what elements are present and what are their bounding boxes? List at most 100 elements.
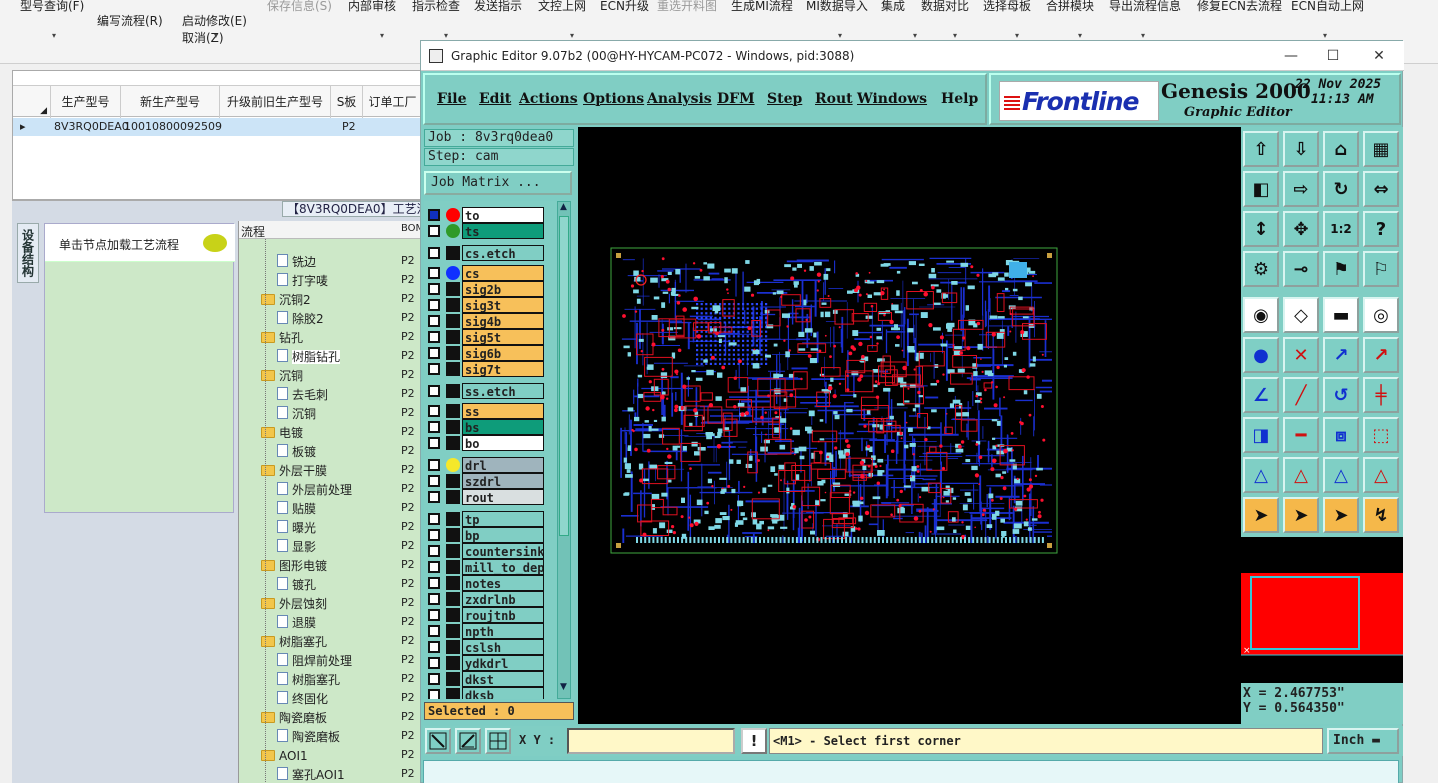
tool-button[interactable]: ◨ [1243,417,1279,453]
tree-node[interactable]: 显影 [277,538,316,557]
layer-row[interactable]: ss [426,403,546,419]
tree-node[interactable]: 终固化 [277,690,328,709]
tree-node[interactable]: 图形电镀 [261,557,327,576]
tool-button[interactable]: ⚐ [1363,251,1399,287]
layer-name[interactable]: sig4b [462,313,544,329]
tool-button[interactable]: ? [1363,211,1399,247]
tree-node[interactable]: 打字唛 [277,272,328,291]
layer-checkbox[interactable] [428,491,440,503]
layer-row[interactable]: ss.etch [426,383,546,399]
layer-row[interactable]: sig2b [426,281,546,297]
tree-node[interactable]: 外层前处理 [277,481,352,500]
tree-node[interactable]: 阻焊前处理 [277,652,352,671]
layer-name[interactable]: cslsh [462,639,544,655]
layer-row[interactable]: notes [426,575,546,591]
tree-node[interactable]: 沉铜2 [261,291,311,310]
layer-row[interactable]: cs.etch [426,245,546,261]
layer-checkbox[interactable] [428,209,440,221]
layer-row[interactable]: sig5t [426,329,546,345]
tree-node[interactable]: 塞孔AOI1 [277,766,345,783]
layer-checkbox[interactable] [428,641,440,653]
tool-button[interactable]: ◎ [1363,297,1399,333]
tool-button[interactable]: ↗ [1363,337,1399,373]
table-cell[interactable]: 10010800092509 [121,118,222,136]
table-row[interactable]: ▸ 8V3RQ0DEA0 10010800092509 P2 [13,118,423,136]
zoom-area-button[interactable] [425,728,451,754]
scroll-down-icon[interactable]: ▼ [560,682,567,692]
layer-checkbox[interactable] [428,673,440,685]
tree-node[interactable]: 贴膜 [277,500,316,519]
menu-help[interactable]: Help [941,91,978,107]
layer-name[interactable]: sig7t [462,361,544,377]
layer-row[interactable]: cslsh [426,639,546,655]
layer-checkbox[interactable] [428,267,440,279]
layer-checkbox[interactable] [428,283,440,295]
layer-row[interactable]: ts [426,223,546,239]
layer-checkbox[interactable] [428,657,440,669]
layer-name[interactable]: dkst [462,671,544,687]
unit-selector[interactable]: Inch ▬ [1327,728,1399,754]
column-header[interactable]: 生产型号 [51,86,121,118]
tree-node[interactable]: 沉铜 [261,367,303,386]
layer-row[interactable]: zxdrlnb [426,591,546,607]
layer-name[interactable]: ts [462,223,544,239]
layer-row[interactable]: sig6b [426,345,546,361]
layer-row[interactable]: npth [426,623,546,639]
job-matrix-button[interactable]: Job Matrix ... [424,171,572,195]
minimize-button[interactable]: — [1271,45,1311,67]
column-header[interactable]: S板 [331,86,363,118]
menu-file[interactable]: File [437,91,466,107]
tree-node[interactable]: AOI1 [261,747,308,766]
tree-node[interactable]: 曝光 [277,519,316,538]
layer-checkbox[interactable] [428,225,440,237]
layer-scrollbar[interactable]: ▲ ▼ [557,201,571,699]
tool-button[interactable]: ◉ [1243,297,1279,333]
tree-node[interactable]: 板镀 [277,443,316,462]
job-name[interactable]: Job : 8v3rq0dea0 [424,129,574,147]
tool-button[interactable]: ⊸ [1283,251,1319,287]
close-button[interactable]: ✕ [1359,45,1399,67]
tool-button[interactable]: ╪ [1363,377,1399,413]
tool-button[interactable]: ↕ [1243,211,1279,247]
tool-button[interactable]: ✥ [1283,211,1319,247]
layer-checkbox[interactable] [428,459,440,471]
column-header[interactable]: 新生产型号 [121,86,220,118]
layer-name[interactable]: bo [462,435,544,451]
layer-checkbox[interactable] [428,577,440,589]
layer-checkbox[interactable] [428,513,440,525]
tool-button[interactable]: ◧ [1243,171,1279,207]
menu-step[interactable]: Step [767,91,802,107]
tree-node[interactable]: 退膜 [277,614,316,633]
scroll-thumb[interactable] [559,216,569,536]
tool-button[interactable]: △ [1323,457,1359,493]
tool-button[interactable]: ⧈ [1323,417,1359,453]
layer-checkbox[interactable] [428,385,440,397]
tree-node[interactable]: 树脂钻孔 [277,348,341,367]
tool-button[interactable]: ▦ [1363,131,1399,167]
layer-name[interactable]: ss.etch [462,383,544,399]
layer-checkbox[interactable] [428,545,440,557]
layer-checkbox[interactable] [428,529,440,541]
layer-name[interactable]: sig2b [462,281,544,297]
layer-checkbox[interactable] [428,247,440,259]
tool-button[interactable]: ╱ [1283,377,1319,413]
layer-row[interactable]: countersink_ [426,543,546,559]
layer-row[interactable]: bs [426,419,546,435]
scroll-up-icon[interactable]: ▲ [560,202,567,212]
column-header[interactable]: 订单工厂 [363,86,423,118]
step-name[interactable]: Step: cam [424,148,574,166]
tree-node[interactable]: 铣边 [277,253,316,272]
layer-name[interactable]: cs [462,265,544,281]
tool-button[interactable]: △ [1363,457,1399,493]
layer-name[interactable]: bs [462,419,544,435]
tool-button[interactable]: ↗ [1323,337,1359,373]
tool-button[interactable]: △ [1283,457,1319,493]
layer-row[interactable]: dkst [426,671,546,687]
layer-row[interactable]: drl [426,457,546,473]
layer-checkbox[interactable] [428,405,440,417]
layer-name[interactable]: notes [462,575,544,591]
tool-button[interactable]: ⌂ [1323,131,1359,167]
layer-name[interactable]: npth [462,623,544,639]
layer-checkbox[interactable] [428,421,440,433]
layer-row[interactable]: to [426,207,546,223]
